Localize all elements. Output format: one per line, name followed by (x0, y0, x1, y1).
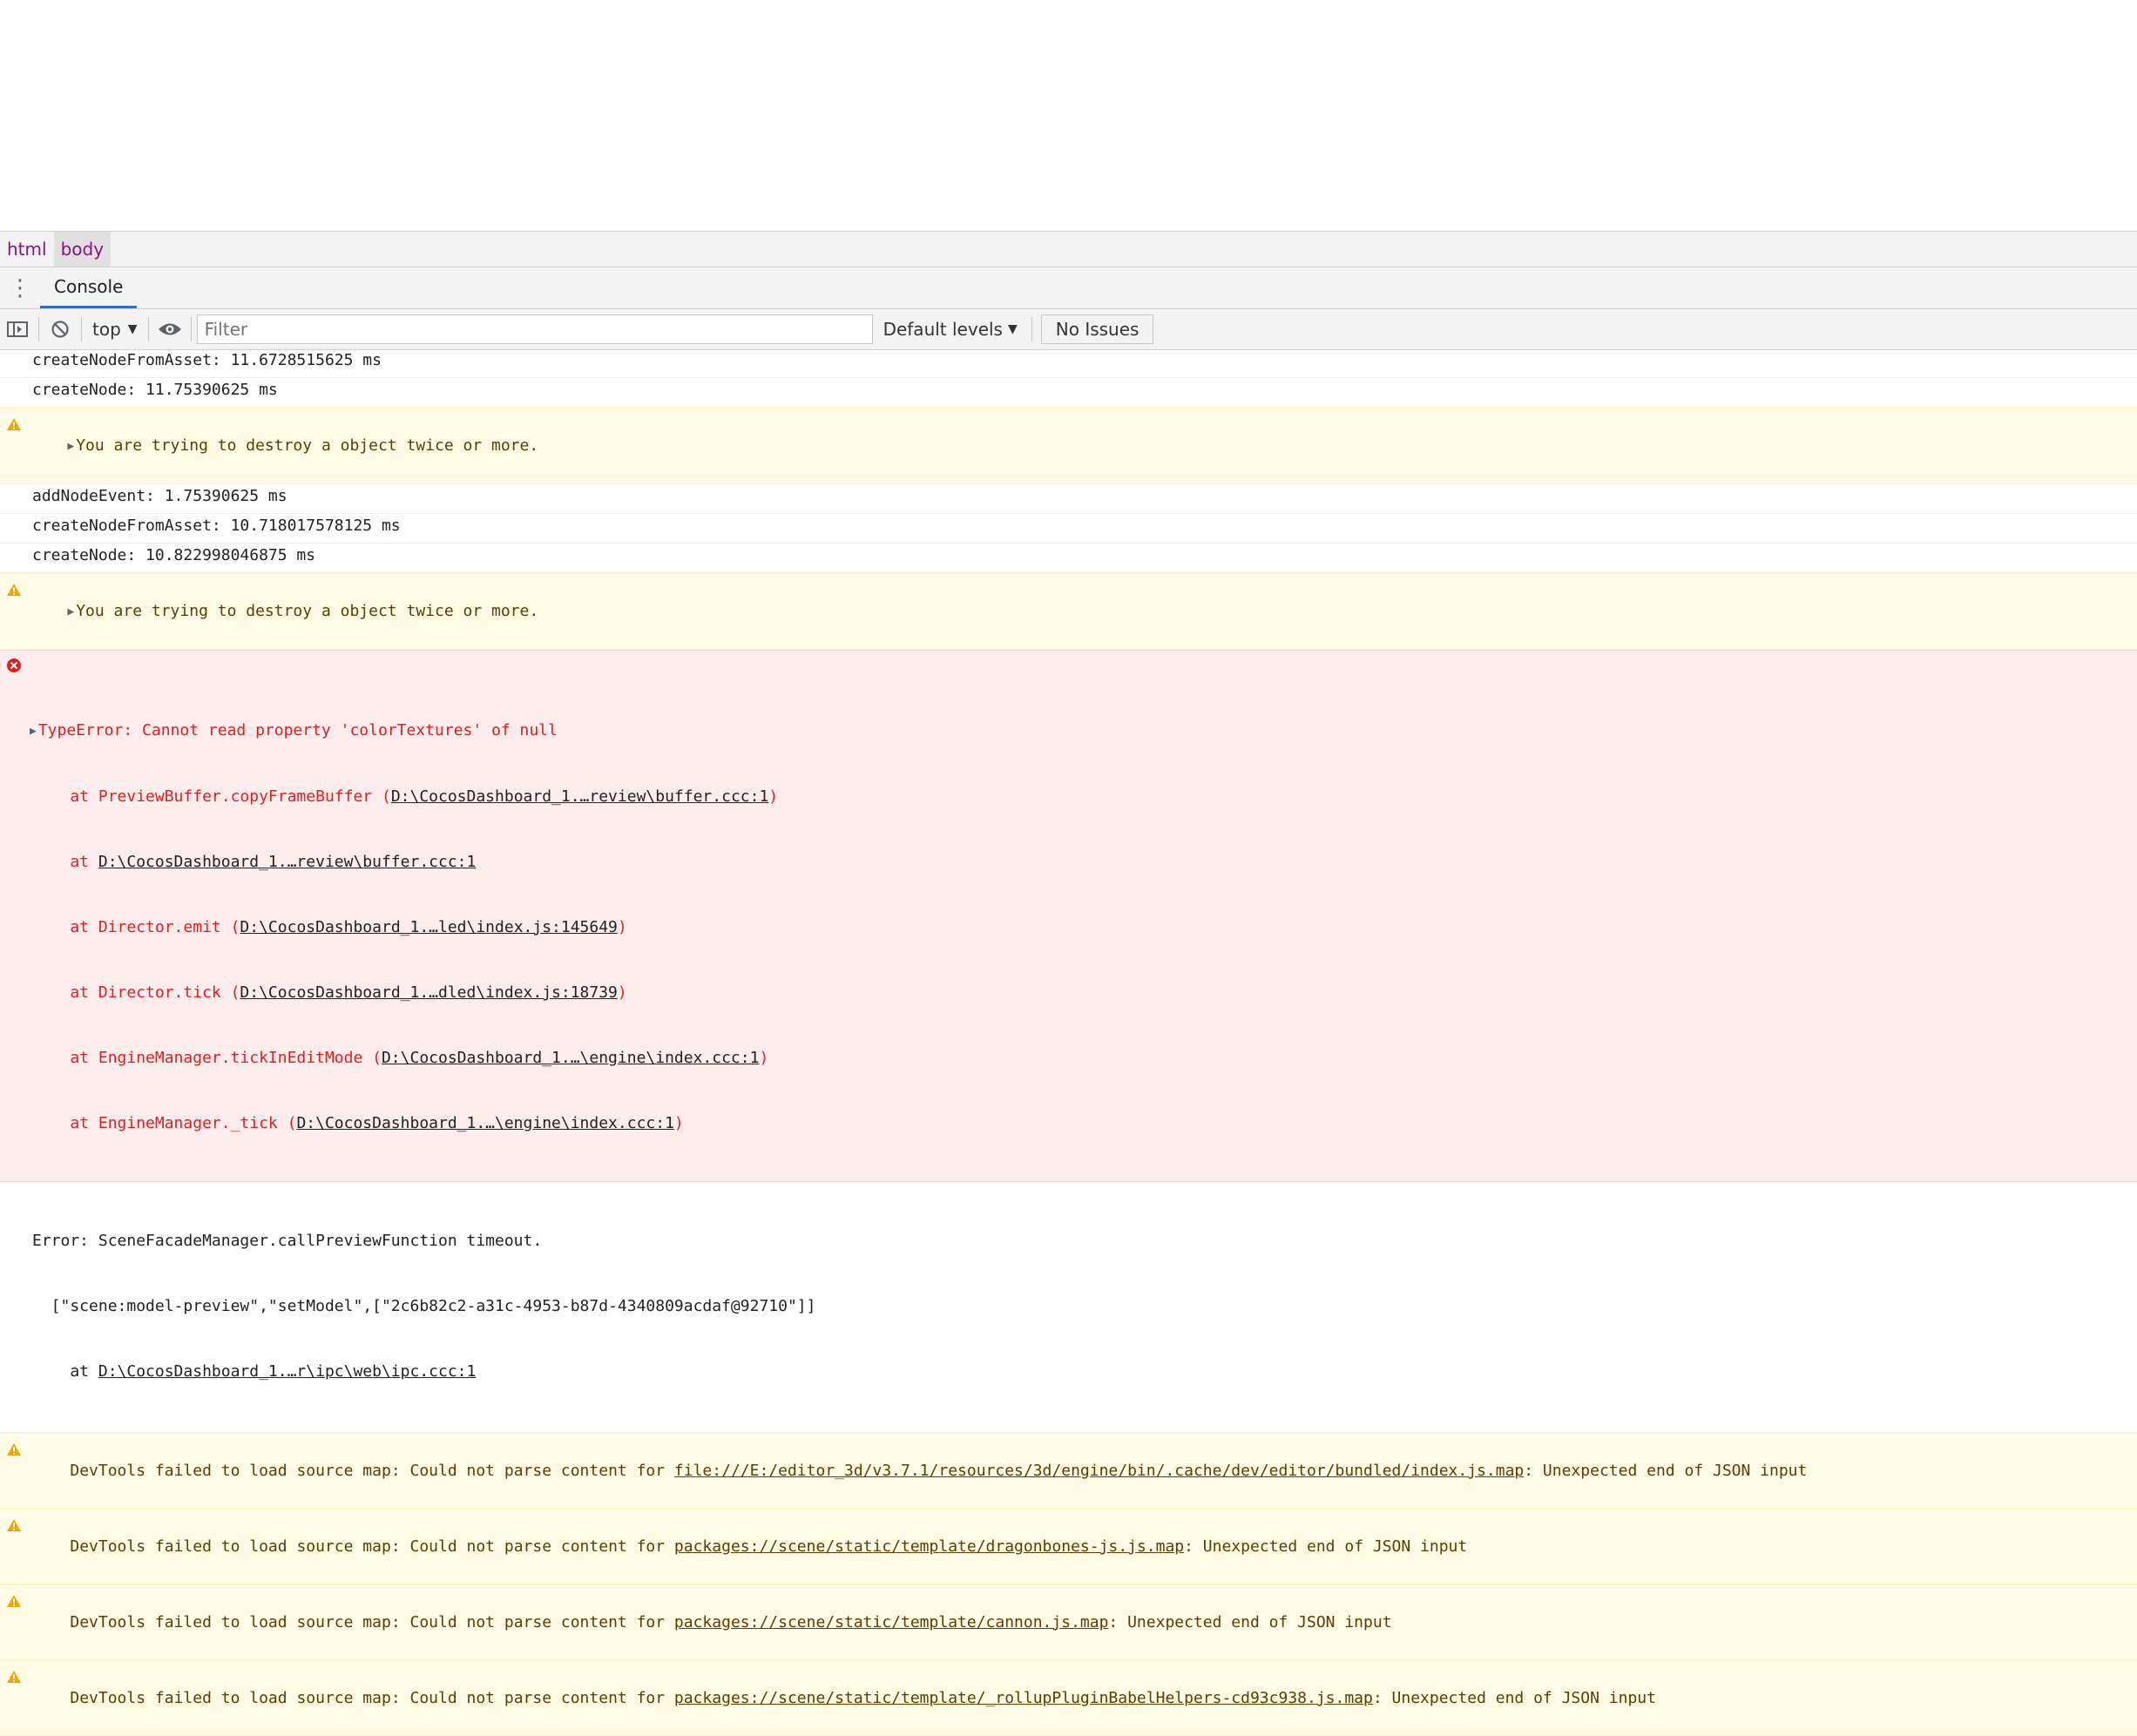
message-text: addNodeEvent: 1.75390625 ms (32, 487, 287, 505)
sourcemap-warning: DevTools failed to load source map: Coul… (0, 1660, 2137, 1736)
console-warning-message: ▶ You are trying to destroy a object twic… (0, 408, 2137, 484)
stack-frame-suffix: ) (673, 1114, 684, 1132)
drawer-tabbar: ⋮ Console (0, 267, 2137, 309)
error-title-line: ▶ TypeError: Cannot read property 'colorT… (30, 719, 2137, 742)
console-toolbar: top ▼ Default levels ▼ No Issues (0, 309, 2137, 350)
message-suffix: : Unexpected end of JSON input (1372, 1689, 1656, 1707)
error-icon (6, 658, 22, 679)
console-log-message: createNodeFromAsset: 10.718017578125 ms (0, 514, 2137, 544)
console-log-message: createNode: 10.822998046875 ms (0, 544, 2137, 573)
console-log-message: createNodeFromAsset: 11.6728515625 ms (0, 349, 2137, 378)
toolbar-divider (147, 317, 149, 341)
warning-icon (6, 415, 22, 437)
message-text: DevTools failed to load source map: Coul… (70, 1689, 674, 1707)
message-text: createNodeFromAsset: 10.718017578125 ms (32, 517, 401, 535)
console-error-message: ▶ TypeError: Cannot read property 'colorT… (0, 650, 2137, 1182)
message-text: DevTools failed to load source map: Coul… (70, 1613, 674, 1631)
stack-frame: at PreviewBuffer.copyFrameBuffer (D:\Coc… (32, 786, 2137, 807)
console-log-message: createNode: 11.75390625 ms (0, 378, 2137, 408)
more-tools-icon[interactable]: ⋮ (0, 267, 40, 308)
expand-triangle-icon[interactable]: ▶ (67, 601, 74, 623)
message-text: You are trying to destroy a object twice… (76, 436, 539, 455)
source-link[interactable]: packages://scene/static/template/dragonb… (674, 1537, 1184, 1556)
warning-icon (6, 1668, 22, 1690)
toolbar-divider (190, 317, 192, 341)
stack-frame-suffix: ) (617, 983, 627, 1002)
message-text: createNode: 11.75390625 ms (32, 381, 278, 399)
stack-frame-text: at EngineManager.tickInEditMode ( (32, 1049, 382, 1067)
log-levels-dropdown[interactable]: Default levels ▼ (873, 319, 1028, 340)
warning-icon (6, 1592, 22, 1614)
stack-frame: at EngineManager._tick (D:\CocosDashboar… (32, 1112, 2137, 1134)
sidebar-toggle-icon[interactable] (0, 314, 35, 345)
message-text: DevTools failed to load source map: Coul… (70, 1462, 674, 1480)
sourcemap-warning: DevTools failed to load source map: Coul… (0, 1509, 2137, 1584)
message-text: createNodeFromAsset: 11.6728515625 ms (32, 351, 382, 369)
source-link[interactable]: D:\CocosDashboard_1.…led\index.js:145649 (240, 918, 617, 936)
breadcrumb-html[interactable]: html (0, 232, 54, 267)
live-expression-eye-icon[interactable] (152, 314, 187, 345)
message-suffix: : Unexpected end of JSON input (1184, 1537, 1468, 1556)
console-log-message: Error: SceneFacadeManager.callPreviewFun… (0, 1182, 2137, 1433)
console-warning-message: ▶ You are trying to destroy a object twic… (0, 573, 2137, 650)
clear-console-icon[interactable] (43, 314, 78, 345)
filter-input[interactable] (196, 314, 873, 344)
message-text: createNode: 10.822998046875 ms (32, 546, 316, 564)
stack-frame: at Director.tick (D:\CocosDashboard_1.…d… (32, 982, 2137, 1003)
error-title: TypeError: Cannot read property 'colorTe… (37, 721, 558, 740)
warning-icon (6, 1516, 22, 1538)
stack-frame-text: at PreviewBuffer.copyFrameBuffer ( (32, 787, 391, 806)
stack-frame: at D:\CocosDashboard_1.…review\buffer.cc… (32, 851, 2137, 873)
message-text: ["scene:model-preview","setModel",["2c6b… (32, 1297, 816, 1315)
expand-triangle-icon[interactable]: ▶ (30, 720, 37, 742)
log-levels-label: Default levels (883, 319, 1003, 340)
stack-frame-text: at Director.emit ( (32, 918, 240, 936)
inspected-page-viewport (0, 0, 2137, 232)
message-text: DevTools failed to load source map: Coul… (70, 1537, 674, 1556)
warning-icon (6, 581, 22, 603)
stack-frame-text: at (32, 853, 98, 871)
source-link[interactable]: D:\CocosDashboard_1.…\engine\index.ccc:1 (296, 1114, 673, 1132)
warning-icon (6, 1441, 22, 1462)
source-link[interactable]: D:\CocosDashboard_1.…\engine\index.ccc:1 (382, 1049, 759, 1067)
message-suffix: : Unexpected end of JSON input (1524, 1462, 1808, 1480)
breadcrumb: html body (0, 232, 2137, 267)
stack-frame-text: at (32, 1362, 98, 1381)
console-log-message: addNodeEvent: 1.75390625 ms (0, 484, 2137, 514)
source-link[interactable]: packages://scene/static/template/cannon.… (674, 1613, 1109, 1631)
stack-frame: at Director.emit (D:\CocosDashboard_1.…l… (32, 916, 2137, 938)
source-link[interactable]: file:///E:/editor_3d/v3.7.1/resources/3d… (674, 1462, 1524, 1480)
stack-frame: at EngineManager.tickInEditMode (D:\Coco… (32, 1047, 2137, 1069)
chevron-down-icon: ▼ (1007, 322, 1018, 336)
source-link[interactable]: D:\CocosDashboard_1.…r\ipc\web\ipc.ccc:1 (98, 1362, 476, 1381)
source-link[interactable]: D:\CocosDashboard_1.…dled\index.js:18739 (240, 983, 617, 1002)
issues-label: No Issues (1055, 319, 1140, 340)
toolbar-divider (38, 317, 39, 341)
toolbar-divider (81, 317, 82, 341)
sourcemap-warning: DevTools failed to load source map: Coul… (0, 1584, 2137, 1660)
stack-frame-suffix: ) (759, 1049, 769, 1067)
stack-frame-suffix: ) (617, 918, 627, 936)
console-messages: createNodeFromAsset: 11.6728515625 ms cr… (0, 349, 2137, 1736)
context-selector-label: top (92, 319, 121, 340)
message-text: Error: SceneFacadeManager.callPreviewFun… (32, 1232, 543, 1250)
toolbar-divider (1031, 317, 1032, 341)
sourcemap-warning: DevTools failed to load source map: Coul… (0, 1433, 2137, 1509)
message-text: You are trying to destroy a object twice… (76, 602, 539, 620)
chevron-down-icon: ▼ (127, 322, 138, 336)
stack-frame-text: at Director.tick ( (32, 983, 240, 1002)
tab-console[interactable]: Console (40, 267, 138, 308)
stack-frame: at D:\CocosDashboard_1.…r\ipc\web\ipc.cc… (32, 1361, 2137, 1382)
expand-triangle-icon[interactable]: ▶ (67, 436, 74, 457)
stack-frame-text: at EngineManager._tick ( (32, 1114, 297, 1132)
message-suffix: : Unexpected end of JSON input (1108, 1613, 1392, 1631)
stack-frame-suffix: ) (768, 787, 779, 806)
tab-console-label: Console (54, 276, 124, 297)
breadcrumb-body[interactable]: body (53, 232, 112, 267)
context-selector[interactable]: top ▼ (85, 319, 145, 340)
issues-button[interactable]: No Issues (1040, 314, 1154, 344)
source-link[interactable]: packages://scene/static/template/_rollup… (674, 1689, 1373, 1707)
source-link[interactable]: D:\CocosDashboard_1.…review\buffer.ccc:1 (391, 787, 768, 806)
source-link[interactable]: D:\CocosDashboard_1.…review\buffer.ccc:1 (98, 853, 476, 871)
